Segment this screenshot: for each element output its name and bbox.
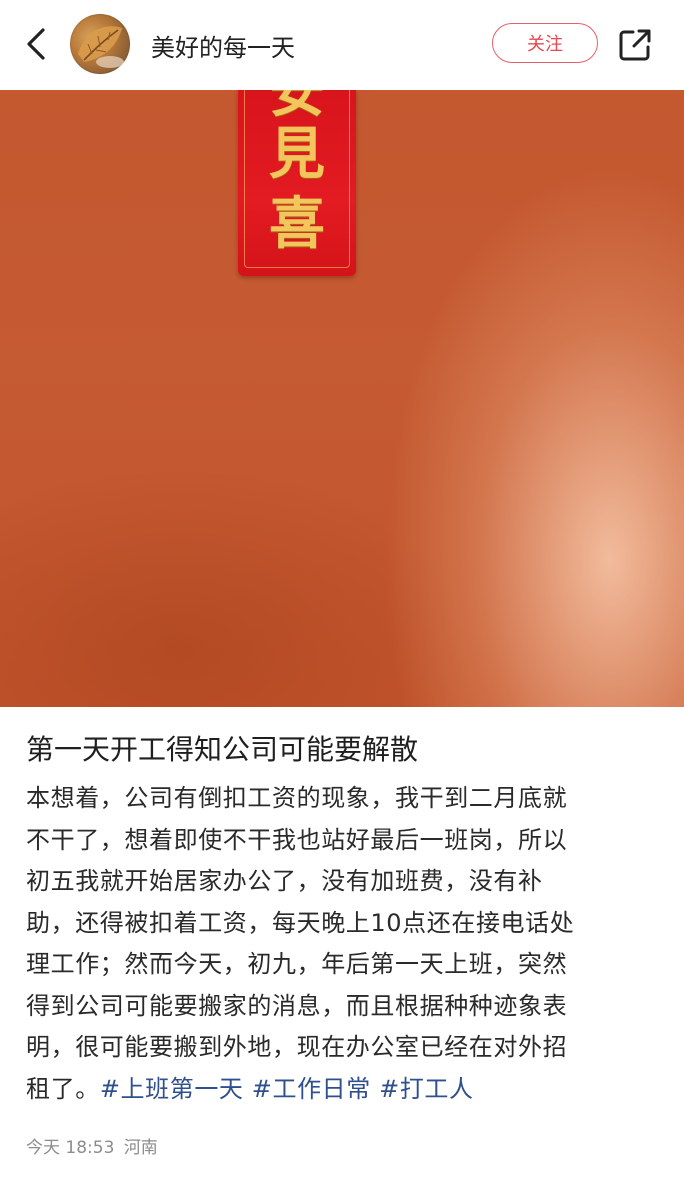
share-external-icon <box>619 29 651 61</box>
post-content: 第一天开工得知公司可能要解散 本想着，公司有倒扣工资的现象，我干到二月底就 不干… <box>26 730 646 1110</box>
post-meta: 今天 18:53 河南 <box>26 1133 158 1158</box>
username[interactable]: 美好的每一天 <box>151 28 295 63</box>
post-body: 本想着，公司有倒扣工资的现象，我干到二月底就 不干了，想着即使不干我也站好最后一… <box>26 778 646 1110</box>
banner-char: 安 <box>269 90 325 125</box>
banner-char: 喜 <box>269 191 325 257</box>
leaf-image <box>78 26 124 68</box>
post-line: 助，还得被扣着工资，每天晚上10点还在接电话处 <box>26 908 575 937</box>
post-time: 今天 18:53 <box>26 1138 115 1158</box>
follow-button[interactable]: 关注 <box>492 23 598 63</box>
post-line-text: 租了。 <box>26 1074 100 1103</box>
top-bar: 美好的每一天 关注 <box>0 0 684 90</box>
post-line: 得到公司可能要搬家的消息，而且根据种种迹象表 <box>26 991 568 1020</box>
share-button[interactable] <box>616 26 654 64</box>
chevron-left-icon <box>27 28 45 60</box>
banner-char: 見 <box>269 121 325 187</box>
back-button[interactable] <box>18 24 54 64</box>
post-line: 本想着，公司有倒扣工资的现象，我干到二月底就 <box>26 784 568 812</box>
avatar[interactable] <box>70 14 130 74</box>
red-couplet-banner: 安 見 喜 <box>238 90 356 276</box>
post-location: 河南 <box>123 1138 158 1158</box>
post-line: 不干了，想着即使不干我也站好最后一班岗，所以 <box>26 825 568 854</box>
post-photo[interactable]: 安 見 喜 <box>0 90 684 707</box>
post-title: 第一天开工得知公司可能要解散 <box>26 733 419 766</box>
hashtag-link[interactable]: #工作日常 <box>252 1075 371 1103</box>
post-line-last: 租了。#上班第一天 #工作日常 #打工人 <box>26 1069 646 1111</box>
post-line: 理工作；然而今天，初九，年后第一天上班，突然 <box>26 950 568 978</box>
post-line: 初五我就开始居家办公了，没有加班费，没有补 <box>26 867 543 895</box>
hashtag-link[interactable]: #打工人 <box>379 1075 474 1103</box>
hashtag-link[interactable]: #上班第一天 <box>100 1075 244 1103</box>
post-line: 明，很可能要搬到外地，现在办公室已经在对外招 <box>26 1033 568 1061</box>
